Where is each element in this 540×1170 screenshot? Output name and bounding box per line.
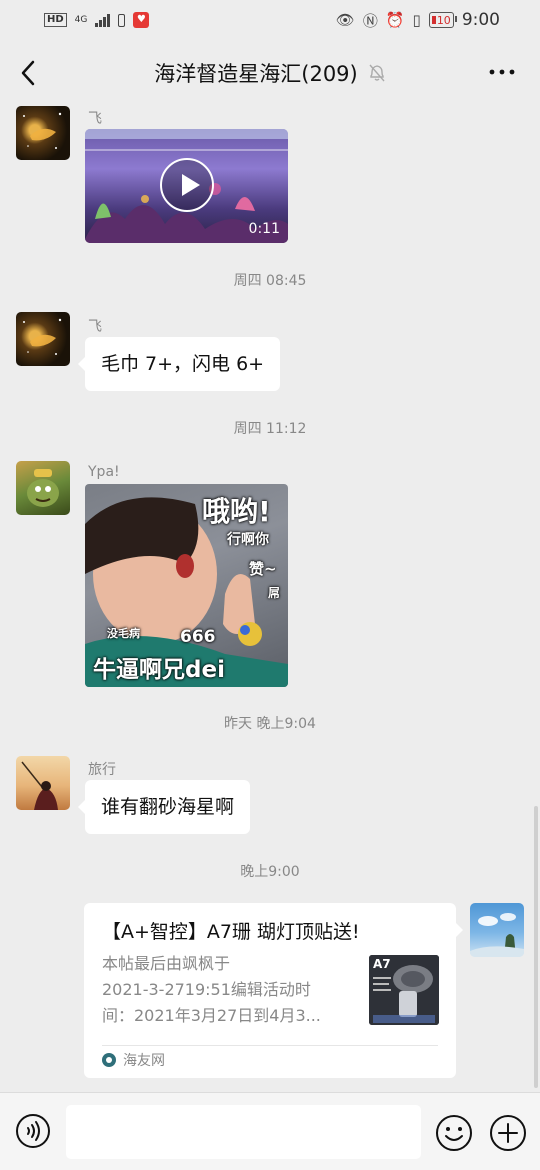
- sender-name: 飞: [88, 319, 102, 335]
- chat-message-list[interactable]: 飞 0:11 周四 08:45 飞 毛巾 7+，闪电 6+ 周四 11:12 Y…: [0, 106, 540, 1092]
- sticker-caption-small: 没毛病: [107, 627, 140, 640]
- input-bar: [0, 1092, 540, 1170]
- sender-name: 旅行: [88, 762, 116, 778]
- link-description-line: 2021-3-2719:51编辑活动时: [102, 980, 311, 999]
- timestamp: 周四 11:12: [233, 421, 307, 437]
- text-message-bubble[interactable]: 毛巾 7+，闪电 6+: [77, 337, 281, 391]
- link-source: 海友网: [102, 1050, 165, 1070]
- notification-app-icon: ♥: [133, 12, 150, 28]
- source-logo-icon: [102, 1053, 116, 1067]
- status-time: 9:00: [461, 10, 500, 30]
- link-thumbnail-label: A7: [373, 957, 391, 971]
- timestamp: 昨天 晚上9:04: [224, 716, 316, 732]
- message-input[interactable]: [66, 1105, 421, 1159]
- link-divider: [102, 1045, 438, 1046]
- battery-icon: 10: [428, 12, 457, 28]
- sticker-caption-top: 哦哟!: [202, 495, 271, 528]
- scrollbar[interactable]: [534, 806, 538, 1088]
- sender-name: 飞: [88, 111, 102, 127]
- sticker-caption-line3: 屌: [268, 586, 281, 600]
- eye-icon: 👁: [335, 11, 355, 29]
- sticker-caption-line2: 赞~: [249, 560, 277, 578]
- back-icon[interactable]: [16, 56, 46, 90]
- vibrate-icon: ▯: [412, 11, 421, 29]
- network-type: 4G: [74, 14, 88, 25]
- alarm-icon: ⏰: [385, 11, 405, 29]
- battery-saver-icon: [118, 13, 126, 27]
- video-message[interactable]: 0:11: [85, 129, 288, 243]
- sticker-caption-number: 666: [180, 627, 216, 647]
- nfc-icon: Ⓝ: [362, 11, 378, 30]
- play-icon[interactable]: [160, 158, 214, 212]
- more-icon[interactable]: [488, 62, 516, 82]
- emoji-icon[interactable]: [435, 1114, 473, 1152]
- hd-indicator: HD: [44, 13, 67, 27]
- plus-icon[interactable]: [489, 1114, 527, 1152]
- timestamp: 周四 08:45: [233, 273, 307, 289]
- video-duration: 0:11: [248, 221, 280, 237]
- nav-bar: 海洋督造星海汇(209): [0, 40, 540, 106]
- link-description-line: 间：2021年3月27日到4月3...: [102, 1006, 321, 1025]
- link-card-message[interactable]: 【A+智控】A7珊 瑚灯顶贴送! 本帖最后由飒枫于 2021-3-2719:51…: [84, 903, 463, 1078]
- chat-title: 海洋督造星海汇(209): [154, 62, 358, 86]
- battery-level: 10: [436, 13, 451, 27]
- battery-fill: [431, 16, 436, 24]
- sticker-caption-bottom: 牛逼啊兄dei: [93, 657, 225, 683]
- voice-icon[interactable]: [15, 1113, 51, 1149]
- mute-bell-icon: [369, 64, 385, 82]
- timestamp: 晚上9:00: [240, 864, 300, 880]
- link-description-line: 本帖最后由飒枫于: [102, 954, 231, 973]
- sender-name: Ypa!: [88, 464, 120, 480]
- signal-icon: [95, 13, 111, 27]
- link-title: 【A+智控】A7珊 瑚灯顶贴送!: [102, 921, 360, 943]
- link-description: 本帖最后由飒枫于 2021-3-2719:51编辑活动时 间：2021年3月27…: [102, 951, 352, 1029]
- status-bar: HD 4G ♥ 👁 Ⓝ ⏰ ▯ 10 9:00: [0, 0, 540, 40]
- sticker-caption-line1: 行啊你: [227, 532, 269, 548]
- text-message-bubble[interactable]: 谁有翻砂海星啊: [77, 780, 251, 834]
- avatar-self[interactable]: [470, 903, 524, 957]
- link-thumbnail: A7: [369, 955, 439, 1025]
- avatar-ypa[interactable]: [16, 461, 70, 515]
- link-source-name: 海友网: [123, 1053, 165, 1069]
- avatar-lvxing[interactable]: [16, 756, 70, 810]
- avatar-fei[interactable]: [16, 312, 70, 366]
- avatar-fei[interactable]: [16, 106, 70, 160]
- sticker-message[interactable]: 哦哟! 行啊你 赞~ 屌 没毛病 666 牛逼啊兄dei: [85, 484, 288, 687]
